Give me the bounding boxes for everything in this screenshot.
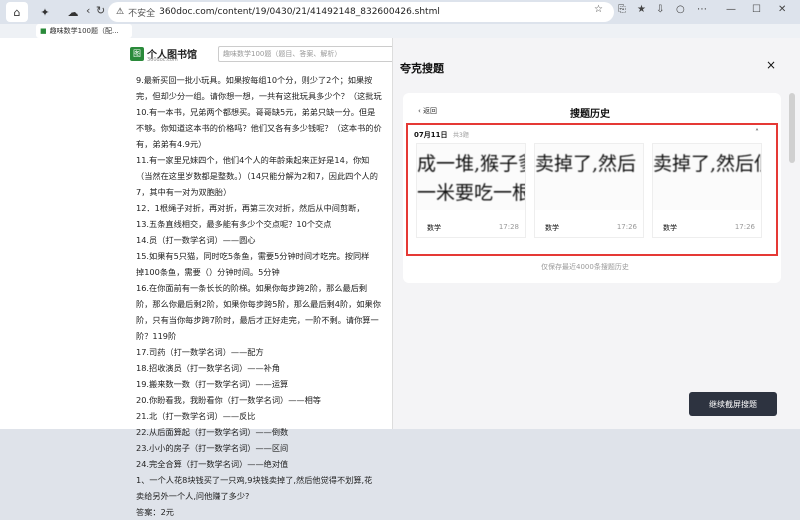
article-line: 13.五条直线相交，最多能有多少个交点呢？10个交点: [136, 219, 332, 229]
group-count: 共3题: [453, 132, 469, 139]
chevron-up-icon[interactable]: ˄: [755, 128, 759, 137]
url-text[interactable]: 360doc.com/content/19/0430/21/41492148_8…: [159, 7, 440, 17]
article-line: 22.从后面算起（打一数学名词）——倒数: [136, 427, 289, 437]
item-time: 17:26: [616, 223, 637, 231]
item-time: 17:26: [734, 223, 755, 231]
logo-subtitle: 360doc.com: [147, 57, 178, 63]
thumbnail-text-line2: 一米要吃一根: [417, 182, 526, 204]
article-line: 17.司药（打一数学名词）——配方: [136, 347, 264, 357]
history-note: 仅保存最近4000条搜题历史: [541, 263, 629, 271]
logo-icon: 图: [130, 46, 144, 61]
panel-scrollbar[interactable]: [789, 93, 795, 163]
thumbnail-text: 卖掉了,然后低: [653, 153, 762, 175]
question-thumbnail: 卖掉了,然后: [535, 144, 643, 210]
article-line: 不够。你知道这本书的价格吗？他们又各有多少钱呢？（这本书的价: [136, 123, 382, 133]
history-title: 搜题历史: [570, 109, 610, 120]
panel-title: 夸克搜题: [400, 62, 444, 75]
article-line: 7，其中有一对为双胞胎）: [136, 187, 232, 197]
bookmark-icon[interactable]: ★: [637, 4, 646, 15]
question-thumbnail: 卖掉了,然后低: [653, 144, 762, 210]
article-line: 有，弟弟有4.9元）: [136, 139, 207, 149]
menu-icon[interactable]: ⋯: [697, 4, 707, 15]
article-line: 20.你盼看我，我盼看你（打一数学名词）——相等: [136, 395, 321, 405]
article-line: 卖给另外一个人,问他赚了多少?: [136, 491, 250, 501]
article-line: 10.有一本书，兄弟两个都想买。哥哥缺5元，弟弟只缺一分。但是: [136, 107, 376, 117]
cloud-icon[interactable]: ☁: [62, 2, 84, 22]
article-body: 9.最新买回一批小玩具。如果按每组10个分，则少了2个；如果按 完，但却少分一组。…: [136, 72, 392, 520]
history-item[interactable]: 卖掉了,然后低 数学 17:26: [652, 143, 762, 238]
window-close-icon[interactable]: ✕: [778, 4, 786, 15]
article-line: 18.招收演员（打一数学名词）——补角: [136, 363, 281, 373]
article-line: 16.在你面前有一条长长的阶梯。如果你每步跨2阶，那么最后剩: [136, 283, 368, 293]
profile-icon[interactable]: ○: [676, 4, 685, 15]
article-line: 14.员（打一数学名词）——圆心: [136, 235, 256, 245]
article-line: 11.有一家里兄妹四个，他们4个人的年龄乘起来正好是14，你知: [136, 155, 370, 165]
article-line: 19.搬来数一数（打一数学名词）——运算: [136, 379, 289, 389]
group-date: 07月11日: [414, 131, 448, 139]
article-line: 阶？119阶: [136, 331, 177, 341]
page-tab-title: 趣味数学100题（配...: [49, 27, 119, 35]
article-line: 23.小小的房子（打一数学名词）——区间: [136, 443, 289, 453]
thumbnail-text: 成一堆,猴子爹: [417, 153, 526, 175]
article-line: 阶，只有当你每步跨7阶时，最后才正好走完，一阶不剩。请你算一: [136, 315, 379, 325]
article-line: 掉100条鱼，需要（）分钟时间。5分钟: [136, 267, 280, 277]
refresh-icon[interactable]: ↻: [96, 4, 105, 17]
site-search-input[interactable]: 趣味数学100题（题目、答案、解析）: [218, 46, 398, 62]
article-line: 完，但却少分一组。请你想一想，一共有这批玩具多少个？（这批玩: [136, 91, 382, 101]
extension-icon[interactable]: ✦: [34, 2, 56, 22]
article-line: 阶，那么你最后剩2阶，如果你每步跨5阶，那么最后剩4阶，如果你: [136, 299, 381, 309]
article-line: 21.北（打一数学名词）——反比: [136, 411, 256, 421]
article-line: 9.最新买回一批小玩具。如果按每组10个分，则少了2个；如果按: [136, 75, 373, 85]
close-icon[interactable]: ×: [766, 58, 776, 72]
question-thumbnail: 成一堆,猴子爹 一米要吃一根: [417, 144, 526, 210]
history-item[interactable]: 成一堆,猴子爹 一米要吃一根 数学 17:28: [416, 143, 526, 238]
item-subject: 数学: [663, 224, 677, 232]
history-item[interactable]: 卖掉了,然后 数学 17:26: [534, 143, 644, 238]
item-subject: 数学: [427, 224, 441, 232]
back-label: 返回: [423, 107, 438, 115]
address-bar[interactable]: ⚠ 不安全 360doc.com/content/19/0430/21/4149…: [108, 2, 614, 22]
page-tab[interactable]: ■ 趣味数学100题（配...: [36, 24, 132, 38]
security-label: 不安全: [128, 8, 156, 19]
article-line: 1、一个人花8块钱买了一只鸡,9块钱卖掉了,然后他觉得不划算,花: [136, 475, 373, 485]
share-icon[interactable]: ⎘: [618, 4, 626, 15]
minimize-icon[interactable]: —: [726, 4, 736, 15]
warning-icon: ⚠: [116, 7, 125, 17]
continue-screenshot-search-button[interactable]: 继续截屏搜题: [689, 392, 777, 416]
back-button[interactable]: ‹ 返回: [418, 106, 437, 116]
star-icon[interactable]: ☆: [594, 4, 603, 15]
article-line: 15.如果有5只猫，同时吃5条鱼，需要5分钟时间才吃完。按同样: [136, 251, 370, 261]
article-line: （当然在这里岁数都是整数。）（14只能分解为2和7，因此四个人的: [136, 171, 378, 181]
article-line: 24.完全合算（打一数学名词）——绝对值: [136, 459, 289, 469]
article-line: 12．1根绳子对折，再对折，再第三次对折，然后从中间剪断，: [136, 203, 365, 213]
thumbnail-text: 卖掉了,然后: [535, 153, 637, 175]
back-arrow-icon[interactable]: ‹: [86, 4, 90, 17]
item-subject: 数学: [545, 224, 559, 232]
maximize-icon[interactable]: ☐: [752, 4, 761, 15]
page-tab-favicon: ■: [40, 27, 47, 35]
home-icon[interactable]: ⌂: [6, 2, 28, 22]
download-icon[interactable]: ⇩: [656, 4, 664, 15]
item-time: 17:28: [498, 223, 519, 231]
article-line: 答案：2元: [136, 507, 174, 517]
